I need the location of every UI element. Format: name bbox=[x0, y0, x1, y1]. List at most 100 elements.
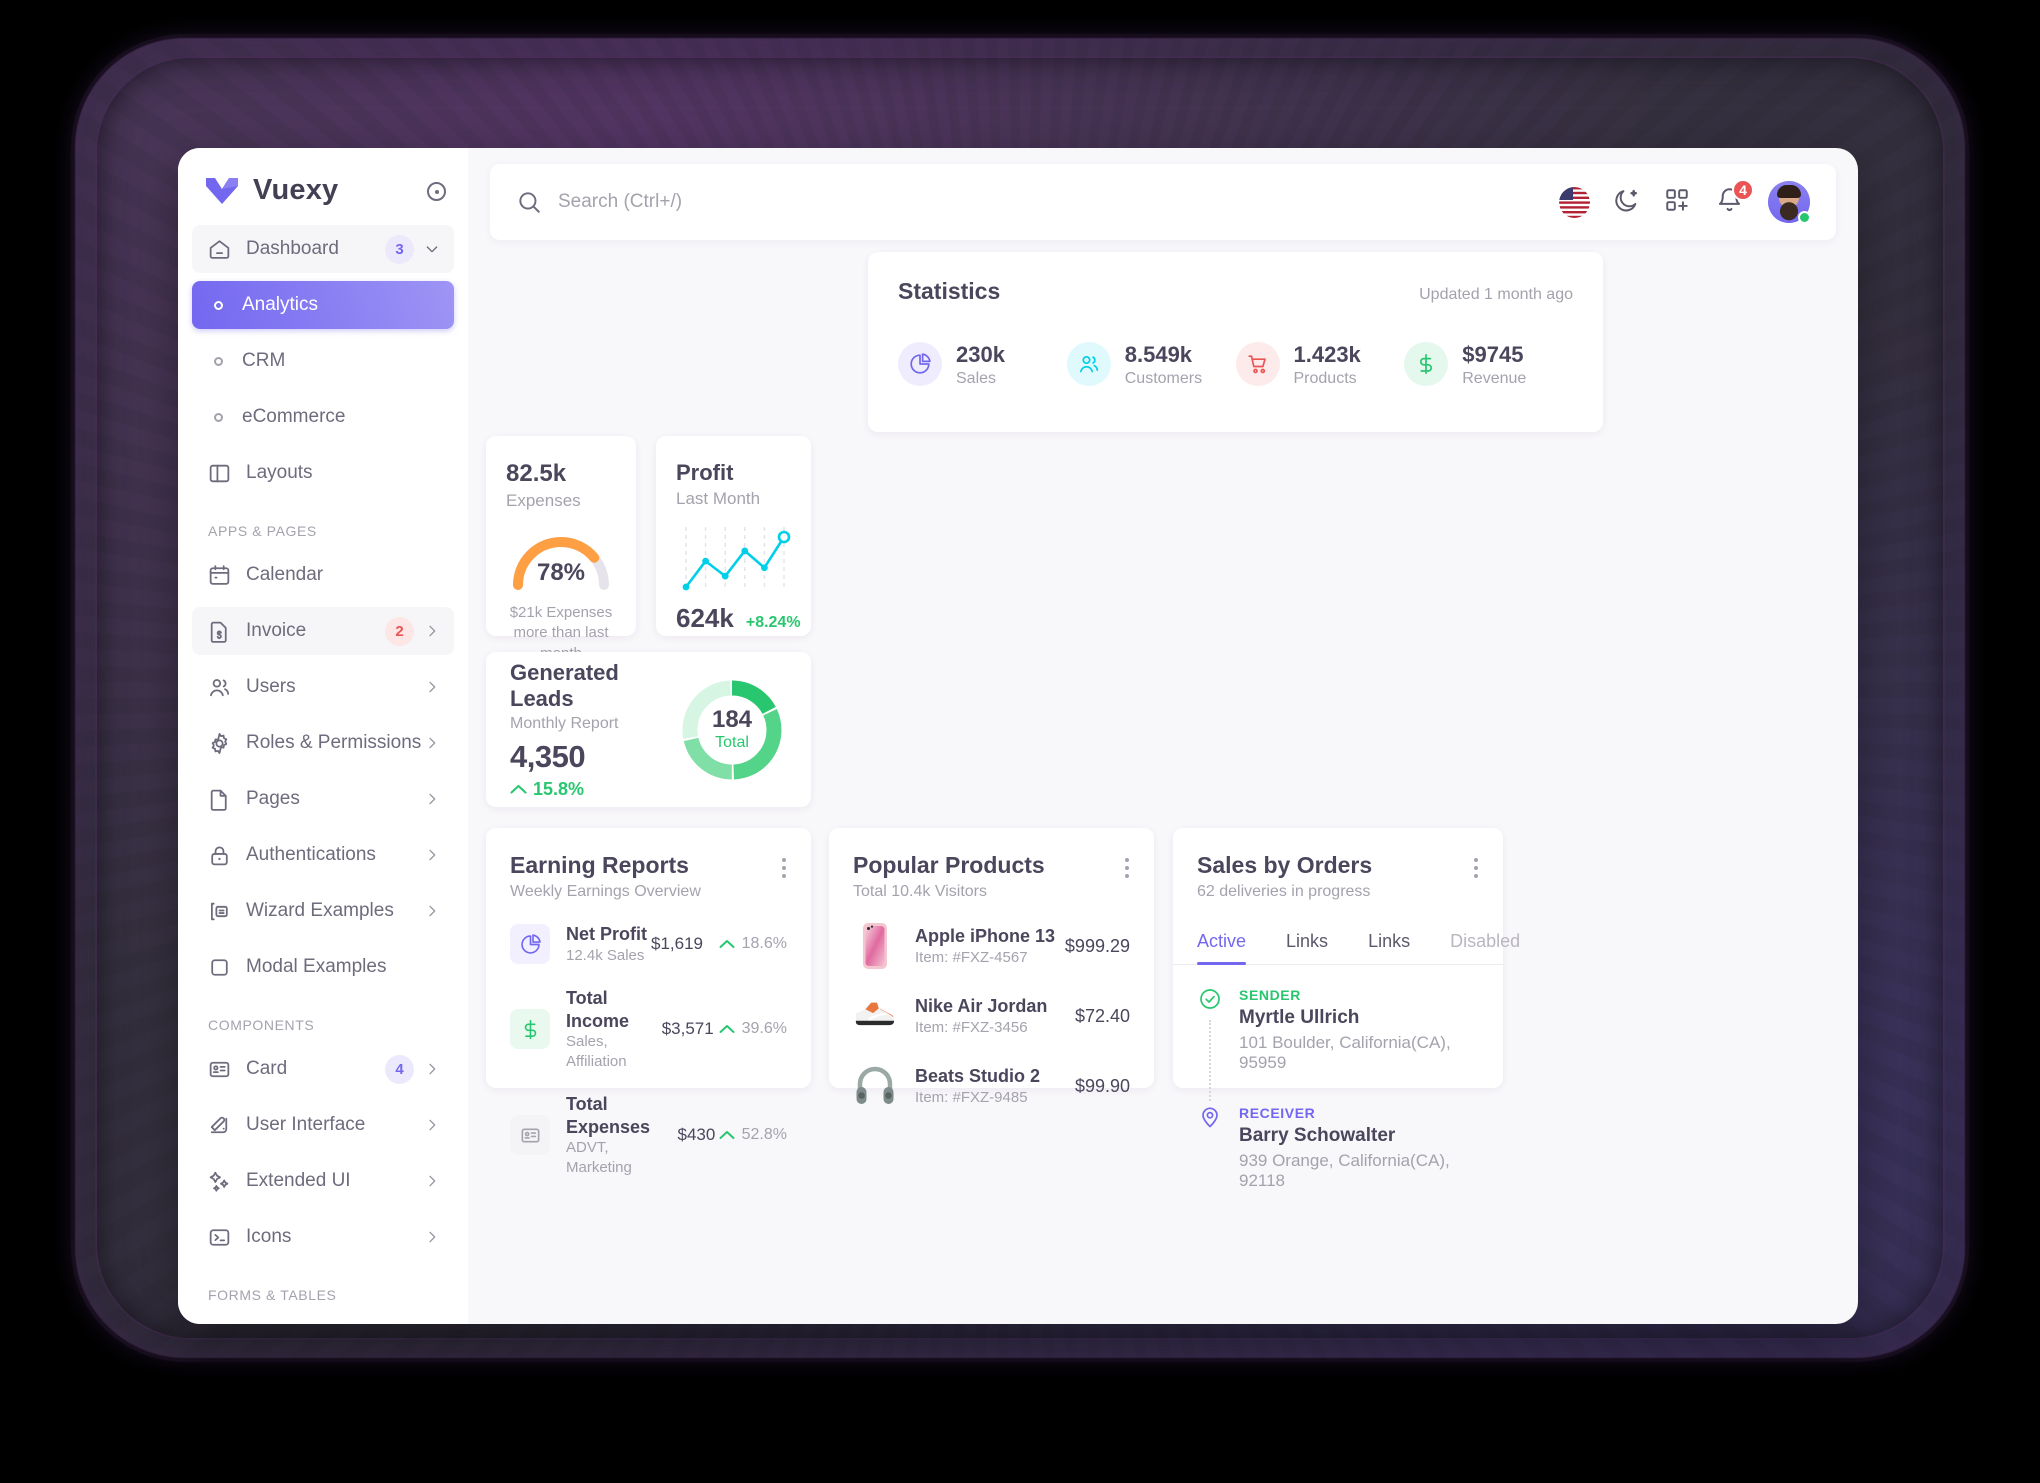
vuexy-heart-logo bbox=[206, 177, 238, 204]
sidebar-item-pages[interactable]: Pages bbox=[192, 775, 454, 823]
dollar-icon bbox=[1404, 342, 1449, 387]
sidebar-item-icons[interactable]: Icons bbox=[192, 1213, 454, 1261]
tab-links-1[interactable]: Links bbox=[1286, 921, 1328, 964]
kebab-menu-icon[interactable] bbox=[781, 852, 787, 878]
statistic-label: Products bbox=[1293, 369, 1357, 387]
statistic-item: 8.549k Customers bbox=[1066, 341, 1236, 388]
leads-donut-label: Total bbox=[715, 733, 749, 751]
search-area[interactable] bbox=[516, 189, 1559, 215]
sneaker-image bbox=[853, 991, 897, 1041]
us-flag-icon[interactable] bbox=[1559, 186, 1590, 218]
tab-links-2[interactable]: Links bbox=[1368, 921, 1410, 964]
wizard-icon bbox=[206, 898, 232, 924]
sidebar-item-badge: 3 bbox=[385, 234, 414, 264]
sidebar-item-users[interactable]: Users bbox=[192, 663, 454, 711]
leads-delta-value: 15.8% bbox=[533, 778, 585, 799]
earning-row-sub: Sales, Affiliation bbox=[566, 1033, 627, 1070]
sidebar-item-label: Pages bbox=[246, 788, 300, 809]
sidebar-item-ecommerce[interactable]: eCommerce bbox=[192, 393, 454, 441]
sidebar-item-calendar[interactable]: Calendar bbox=[192, 551, 454, 599]
dashboard-content: Statistics Updated 1 month ago 230k Sale… bbox=[468, 240, 1858, 1324]
generated-leads-card: Generated Leads Monthly Report 4,350 15.… bbox=[486, 652, 811, 807]
sidebar-item-form-elements[interactable]: Form Elements bbox=[192, 1315, 454, 1324]
timeline-kicker: SENDER bbox=[1239, 987, 1301, 1003]
chevron-right-icon bbox=[424, 1117, 440, 1133]
sidebar-item-modal-examples[interactable]: Modal Examples bbox=[192, 943, 454, 991]
sidebar-item-roles-permissions[interactable]: Roles & Permissions bbox=[192, 719, 454, 767]
statistic-item: 230k Sales bbox=[898, 341, 1067, 388]
earning-row-change: 39.6% bbox=[714, 1020, 787, 1038]
popular-products-title: Popular Products bbox=[853, 852, 1045, 878]
product-price: $999.29 bbox=[1064, 935, 1130, 956]
tab-active-0[interactable]: Active bbox=[1197, 921, 1247, 965]
orders-tabs: Active Links Links Disabled bbox=[1173, 921, 1520, 965]
chevron-right-icon bbox=[424, 1229, 440, 1245]
arrow-up-icon bbox=[719, 1131, 735, 1139]
earning-reports-title: Earning Reports bbox=[510, 852, 689, 878]
earning-row-amount: $430 bbox=[677, 1125, 716, 1144]
product-name: Nike Air Jordan bbox=[915, 995, 1048, 1016]
expenses-gauge: 78% bbox=[506, 515, 616, 601]
sidebar-item-crm[interactable]: CRM bbox=[192, 337, 454, 385]
dot-icon bbox=[214, 412, 223, 422]
lock-icon bbox=[206, 842, 232, 868]
statistics-updated: Updated 1 month ago bbox=[1419, 286, 1573, 303]
leads-subtitle: Monthly Report bbox=[510, 714, 619, 732]
sidebar-item-label: Dashboard bbox=[246, 238, 339, 259]
timeline-address: 939 Orange, California(CA), 92118 bbox=[1239, 1151, 1450, 1190]
moon-icon[interactable] bbox=[1612, 187, 1642, 217]
sidebar-item-card[interactable]: Card 4 bbox=[192, 1045, 454, 1093]
leads-donut-value: 184 bbox=[711, 706, 753, 734]
timeline-name: Myrtle Ullrich bbox=[1239, 1007, 1360, 1028]
dollar-icon bbox=[510, 1009, 550, 1049]
statistic-value: 1.423k bbox=[1293, 342, 1361, 367]
sidebar-item-label: Roles & Permissions bbox=[246, 732, 422, 753]
sidebar-item-label: Users bbox=[246, 676, 296, 697]
sidebar-item-layouts[interactable]: Layouts bbox=[192, 449, 454, 497]
timeline-entry: RECEIVER Barry Schowalter 939 Orange, Ca… bbox=[1197, 1105, 1479, 1191]
sidebar-item-user-interface[interactable]: User Interface bbox=[192, 1101, 454, 1149]
timeline-entry: SENDER Myrtle Ullrich 101 Boulder, Calif… bbox=[1197, 987, 1479, 1105]
kebab-menu-icon[interactable] bbox=[1473, 852, 1479, 878]
earning-row-name: Net Profit bbox=[566, 924, 647, 944]
pie-chart-icon bbox=[510, 924, 550, 964]
statistic-item: 1.423k Products bbox=[1235, 341, 1405, 388]
product-name: Beats Studio 2 bbox=[915, 1065, 1041, 1086]
sparkle-icon bbox=[206, 1168, 232, 1194]
sidebar-item-invoice[interactable]: Invoice 2 bbox=[192, 607, 454, 655]
pin-circle-icon[interactable] bbox=[427, 182, 446, 201]
product-row: Nike Air Jordan Item: #FXZ-3456 $72.40 bbox=[853, 991, 1130, 1041]
avatar[interactable] bbox=[1768, 181, 1811, 224]
product-price: $99.90 bbox=[1074, 1075, 1130, 1096]
card-icon bbox=[206, 1056, 232, 1082]
sidebar-item-label: Modal Examples bbox=[246, 956, 387, 977]
chevron-right-icon bbox=[424, 623, 440, 639]
leads-title: Generated Leads bbox=[510, 659, 619, 711]
sidebar-section-header: FORMS & TABLES bbox=[208, 1287, 337, 1303]
sidebar-item-wizard-examples[interactable]: Wizard Examples bbox=[192, 887, 454, 935]
earning-row-name: Total Income bbox=[566, 988, 630, 1031]
kebab-menu-icon[interactable] bbox=[1124, 852, 1130, 878]
sidebar-item-extended-ui[interactable]: Extended UI bbox=[192, 1157, 454, 1205]
timeline-address: 101 Boulder, California(CA), 95959 bbox=[1239, 1033, 1451, 1072]
sidebar-item-badge: 2 bbox=[385, 616, 414, 646]
earning-row: Total Expenses ADVT, Marketing $430 52.8… bbox=[510, 1093, 787, 1177]
arrow-up-icon bbox=[719, 1025, 735, 1033]
sidebar-item-dashboard[interactable]: Dashboard 3 bbox=[192, 225, 454, 273]
sidebar-item-label: Wizard Examples bbox=[246, 900, 394, 921]
statistic-value: $9745 bbox=[1462, 342, 1524, 367]
layout-icon bbox=[206, 460, 232, 486]
earning-reports-subtitle: Weekly Earnings Overview bbox=[510, 883, 701, 900]
sidebar-item-analytics[interactable]: Analytics bbox=[192, 281, 454, 329]
bell-icon[interactable]: 4 bbox=[1716, 179, 1754, 217]
profit-value: 624k bbox=[676, 603, 734, 633]
ui-icon bbox=[206, 1112, 232, 1138]
search-input[interactable] bbox=[558, 191, 978, 213]
product-price: $72.40 bbox=[1074, 1005, 1130, 1026]
top-navbar: 4 bbox=[490, 164, 1836, 240]
pie-chart-icon bbox=[898, 342, 942, 387]
statistic-label: Customers bbox=[1124, 369, 1203, 387]
brand[interactable]: Vuexy bbox=[178, 148, 468, 225]
sidebar-item-authentications[interactable]: Authentications bbox=[192, 831, 454, 879]
grid-plus-icon[interactable] bbox=[1664, 187, 1694, 217]
